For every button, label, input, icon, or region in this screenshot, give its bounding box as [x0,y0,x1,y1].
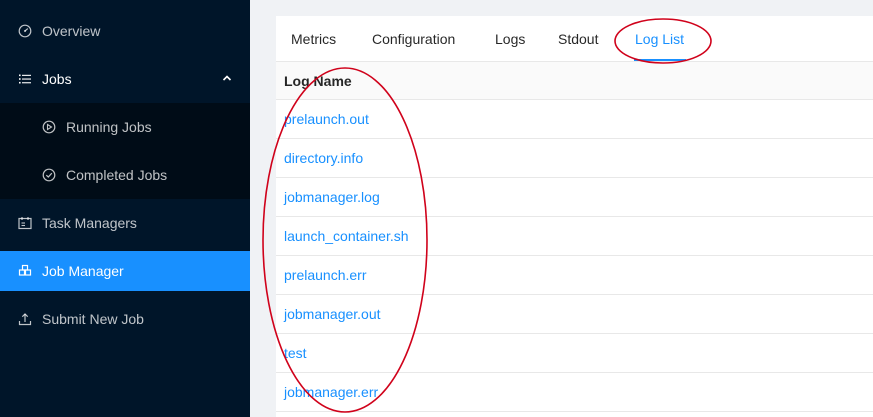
table-row: jobmanager.err [276,373,873,412]
tab-logs[interactable]: Logs [495,16,525,62]
upload-icon [18,312,32,326]
sidebar-item-label: Running Jobs [66,119,152,135]
log-link[interactable]: jobmanager.log [284,189,380,205]
log-link[interactable]: directory.info [284,150,363,166]
sidebar-item-job-manager[interactable]: Job Manager [0,251,250,291]
chevron-up-icon[interactable] [222,73,232,83]
table-row: directory.info [276,139,873,178]
sidebar-item-label: Job Manager [42,263,124,279]
log-link[interactable]: prelaunch.out [284,111,369,127]
log-link[interactable]: prelaunch.err [284,267,367,283]
sidebar-item-running-jobs[interactable]: Running Jobs [0,107,250,147]
sidebar-item-label: Task Managers [42,215,137,231]
sidebar-item-label: Completed Jobs [66,167,168,183]
dashboard-icon [18,24,32,38]
table-header: Log Name [276,62,873,100]
list-icon [18,72,32,86]
table-row: test [276,334,873,373]
sidebar: Overview Jobs Running Jobs Completed Job… [0,0,250,417]
sidebar-item-completed-jobs[interactable]: Completed Jobs [0,155,250,195]
sidebar-item-label: Submit New Job [42,311,144,327]
sidebar-item-submit-new-job[interactable]: Submit New Job [0,299,250,339]
tab-stdout[interactable]: Stdout [558,16,598,62]
table-row: jobmanager.out [276,295,873,334]
sidebar-item-overview[interactable]: Overview [0,11,250,51]
sidebar-item-task-managers[interactable]: Task Managers [0,203,250,243]
job-manager-card: Metrics Configuration Logs Stdout Log Li… [276,16,873,417]
build-icon [18,264,32,278]
sidebar-item-label: Overview [42,23,101,39]
tab-log-list[interactable]: Log List [635,16,684,62]
tab-bar: Metrics Configuration Logs Stdout Log Li… [276,16,873,62]
log-list-table: Log Name prelaunch.out directory.info jo… [276,62,873,412]
sidebar-item-jobs[interactable]: Jobs [0,59,250,99]
table-row: prelaunch.err [276,256,873,295]
log-link[interactable]: jobmanager.out [284,306,381,322]
sidebar-item-label: Jobs [42,71,72,87]
log-link[interactable]: launch_container.sh [284,228,409,244]
column-header-log-name: Log Name [284,72,352,89]
table-row: prelaunch.out [276,100,873,139]
log-link[interactable]: test [284,345,307,361]
play-circle-icon [42,120,56,134]
check-circle-icon [42,168,56,182]
tab-configuration[interactable]: Configuration [372,16,455,62]
table-row: launch_container.sh [276,217,873,256]
schedule-icon [18,216,32,230]
table-row: jobmanager.log [276,178,873,217]
log-link[interactable]: jobmanager.err [284,384,378,400]
tab-metrics[interactable]: Metrics [291,16,336,62]
main-content: Metrics Configuration Logs Stdout Log Li… [250,0,873,417]
active-tab-indicator [634,59,686,61]
